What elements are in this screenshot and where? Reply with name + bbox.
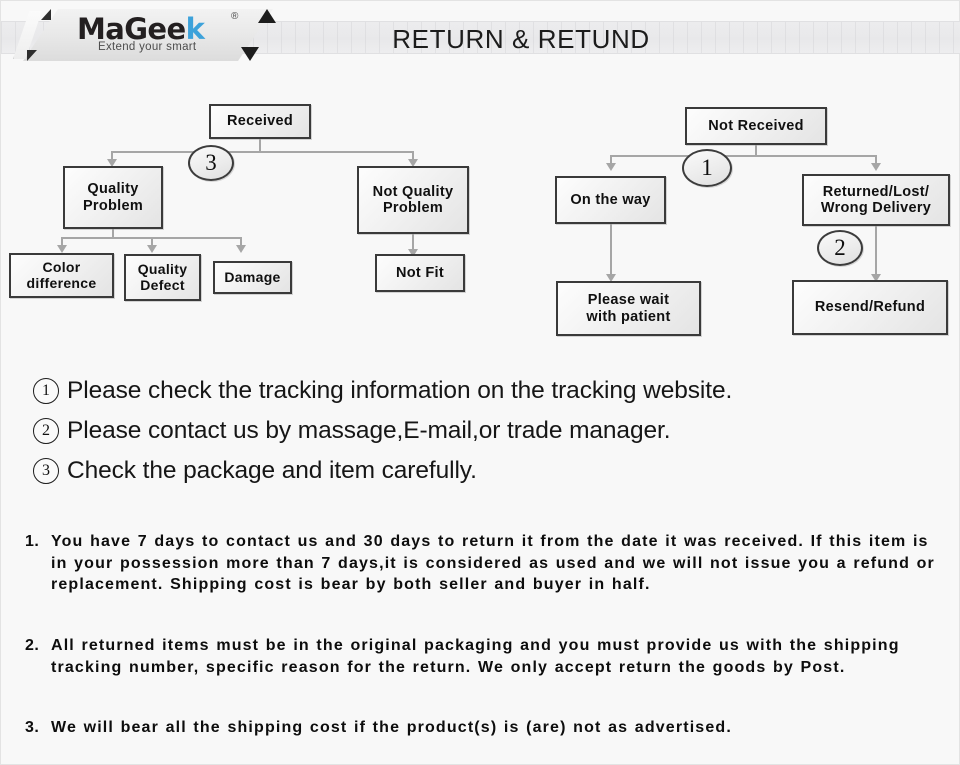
flow-marker-2: 2 [817, 230, 863, 266]
connector-not-received-bus [611, 155, 876, 157]
terms-number-3: 3. [25, 719, 40, 736]
return-flowchart: Received 3 Quality Problem Not Quality P… [1, 71, 960, 356]
logo-wordmark: MaGeek [77, 12, 257, 46]
connector-on-the-way-to-please-wait [610, 224, 612, 276]
terms-item-1: 1. You have 7 days to contact us and 30 … [25, 531, 943, 596]
brand-logo: MaGeek ® Extend your smart [13, 9, 276, 61]
legend-item-3: 3 Check the package and item carefully. [33, 451, 477, 491]
connector-returned-to-resend-refund [875, 226, 877, 276]
terms-text-3: We will bear all the shipping cost if th… [51, 719, 732, 736]
legend-notes: 1 Please check the tracking information … [1, 363, 960, 484]
logo-corner-triangle-top-right-icon [258, 9, 276, 23]
terms-number-1: 1. [25, 533, 40, 550]
policy-page: MaGeek ® Extend your smart RETURN & RETU… [0, 0, 960, 765]
arrowhead-to-color-difference-icon [57, 245, 67, 253]
page-header: MaGeek ® Extend your smart RETURN & RETU… [1, 1, 960, 71]
flow-node-quality-defect: Quality Defect [124, 254, 201, 301]
flow-node-please-wait: Please wait with patient [556, 281, 701, 336]
registered-trademark-icon: ® [231, 11, 239, 22]
legend-text-2: Please contact us by massage,E-mail,or t… [67, 417, 671, 444]
legend-number-2: 2 [33, 418, 59, 444]
connector-received-bus [112, 151, 414, 153]
terms-number-2: 2. [25, 637, 40, 654]
logo-corner-triangle-bottom-left-icon [27, 50, 37, 61]
logo-tagline: Extend your smart [98, 41, 197, 53]
flow-node-on-the-way: On the way [555, 176, 666, 224]
page-title: RETURN & RETUND [392, 23, 650, 54]
legend-text-3: Check the package and item carefully. [67, 457, 477, 484]
legend-item-2: 2 Please contact us by massage,E-mail,or… [33, 411, 671, 451]
flow-node-not-fit: Not Fit [375, 254, 465, 292]
flow-node-damage: Damage [213, 261, 292, 294]
flow-node-not-received: Not Received [685, 107, 827, 145]
legend-text-1: Please check the tracking information on… [67, 377, 733, 404]
legend-number-3: 3 [33, 458, 59, 484]
logo-corner-triangle-top-left-icon [41, 9, 51, 20]
arrowhead-to-quality-defect-icon [147, 245, 157, 253]
terms-text-1: You have 7 days to contact us and 30 day… [51, 533, 935, 593]
flow-node-not-quality-problem: Not Quality Problem [357, 166, 469, 234]
legend-number-1: 1 [33, 378, 59, 404]
legend-item-1: 1 Please check the tracking information … [33, 371, 732, 411]
flow-node-returned-lost-wrong-delivery: Returned/Lost/ Wrong Delivery [802, 174, 950, 226]
terms-list: 1. You have 7 days to contact us and 30 … [1, 525, 960, 765]
flow-node-resend-refund: Resend/Refund [792, 280, 948, 335]
flow-node-color-difference: Color difference [9, 253, 114, 298]
terms-item-3: 3. We will bear all the shipping cost if… [25, 717, 943, 739]
flow-marker-1: 1 [682, 149, 732, 187]
flow-node-quality-problem: Quality Problem [63, 166, 163, 229]
arrowhead-to-damage-icon [236, 245, 246, 253]
arrowhead-to-returned-lost-icon [871, 163, 881, 171]
flow-marker-3: 3 [188, 145, 234, 181]
flow-node-received: Received [209, 104, 311, 139]
arrowhead-to-on-the-way-icon [606, 163, 616, 171]
terms-text-2: All returned items must be in the origin… [51, 637, 900, 676]
terms-item-2: 2. All returned items must be in the ori… [25, 635, 943, 678]
